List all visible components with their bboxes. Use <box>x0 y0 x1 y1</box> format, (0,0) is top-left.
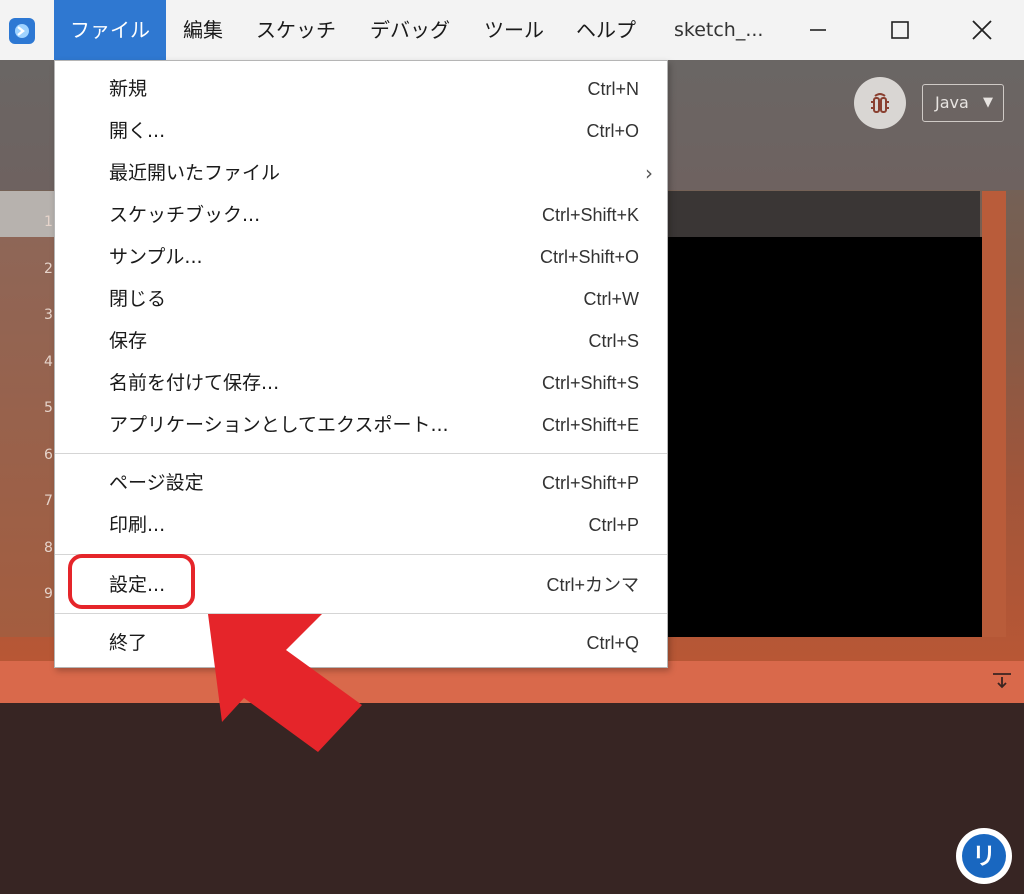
annotation-arrow-icon <box>208 614 362 752</box>
